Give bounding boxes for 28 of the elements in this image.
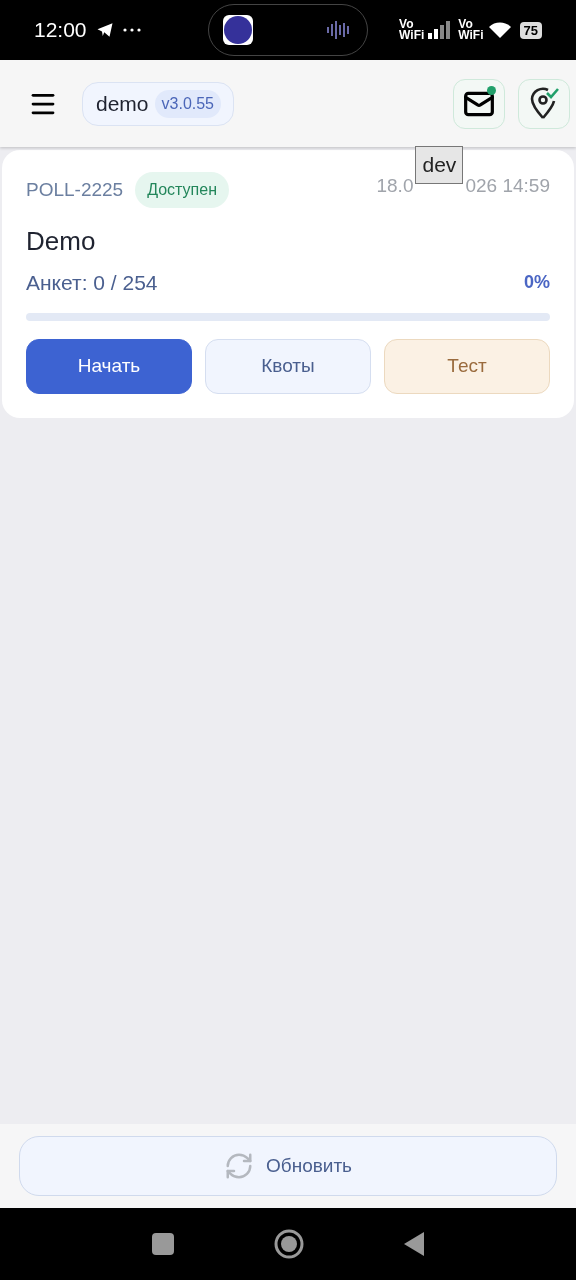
app-name: demo [96, 90, 149, 117]
battery-icon: 75 [519, 21, 542, 39]
progress-percent: 0% [524, 271, 550, 295]
refresh-button[interactable]: Обновить [19, 1136, 557, 1196]
tooltip: dev [415, 146, 464, 184]
network-label: Vo WiFi [399, 19, 425, 41]
version-badge: v3.0.55 [154, 89, 221, 118]
mail-button[interactable] [453, 78, 505, 129]
clock: 12:00 [34, 17, 87, 44]
back-icon[interactable] [404, 1232, 424, 1256]
poll-title: Demo [26, 225, 97, 258]
poll-date: 18.0 [376, 173, 414, 198]
action-button[interactable]: Квоты [205, 338, 371, 394]
wifi-icon [487, 21, 512, 39]
poll-time: 026 14:59 [465, 173, 550, 198]
action-button[interactable]: Тест [384, 338, 550, 394]
app-icon [223, 15, 253, 45]
recents-icon[interactable] [152, 1233, 174, 1255]
refresh-icon [224, 1151, 254, 1181]
location-button[interactable] [518, 78, 570, 129]
action-button[interactable]: Начать [26, 338, 192, 394]
more-icon [122, 28, 141, 32]
status-badge: Доступен [135, 172, 229, 208]
poll-id: POLL-2225 [26, 177, 124, 202]
progress-label: Анкет: 0 / 254 [26, 270, 158, 296]
network-label: Vo WiFi [458, 19, 484, 41]
signal-icon [428, 21, 451, 39]
home-icon[interactable] [274, 1229, 304, 1259]
